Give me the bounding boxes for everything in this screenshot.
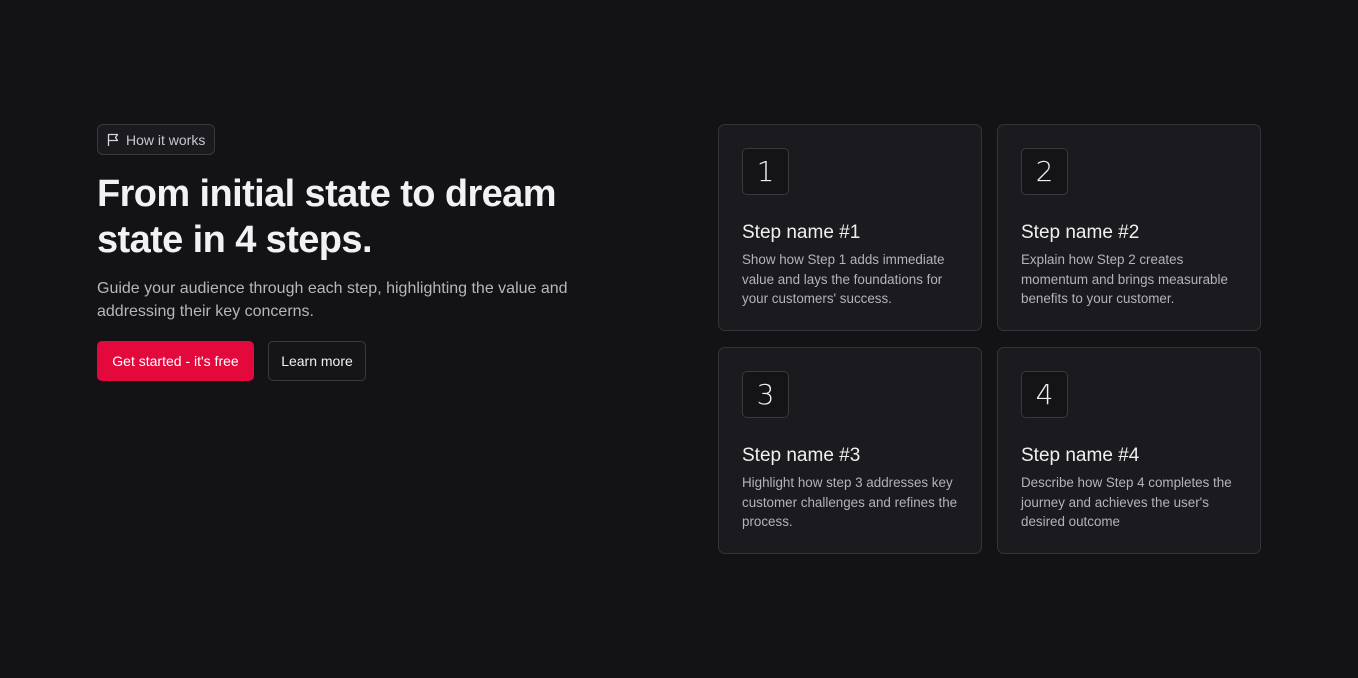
step-number: 4 <box>1021 371 1068 418</box>
page-title: From initial state to dream state in 4 s… <box>97 173 557 261</box>
step-description: Highlight how step 3 addresses key custo… <box>742 475 958 529</box>
page-subtitle: Guide your audience through each step, h… <box>97 280 568 320</box>
step-title: Step name #2 <box>1021 222 1140 243</box>
step-card-3: 3 Step name #3 Highlight how step 3 addr… <box>718 347 982 554</box>
step-number: 2 <box>1021 148 1068 195</box>
steps-grid: 1 Step name #1 Show how Step 1 adds imme… <box>718 124 1261 554</box>
step-description: Describe how Step 4 completes the journe… <box>1021 475 1232 529</box>
step-description: Explain how Step 2 creates momentum and … <box>1021 252 1228 306</box>
cta-group: Get started - it's free Learn more <box>97 341 577 381</box>
get-started-button[interactable]: Get started - it's free <box>97 341 254 381</box>
step-title: Step name #3 <box>742 445 861 466</box>
step-card-4: 4 Step name #4 Describe how Step 4 compl… <box>997 347 1261 554</box>
step-title: Step name #1 <box>742 222 861 243</box>
intro-column: How it works From initial state to dream… <box>97 124 577 381</box>
how-it-works-badge: How it works <box>97 124 216 155</box>
how-it-works-section: How it works From initial state to dream… <box>0 0 1358 678</box>
badge-label: How it works <box>126 131 206 148</box>
step-title: Step name #4 <box>1021 445 1140 466</box>
step-card-1: 1 Step name #1 Show how Step 1 adds imme… <box>718 124 982 331</box>
step-description: Show how Step 1 adds immediate value and… <box>742 252 945 306</box>
flag-icon <box>106 133 120 147</box>
step-number: 3 <box>742 371 789 418</box>
step-number: 1 <box>742 148 789 195</box>
step-card-2: 2 Step name #2 Explain how Step 2 create… <box>997 124 1261 331</box>
learn-more-button[interactable]: Learn more <box>268 341 366 381</box>
